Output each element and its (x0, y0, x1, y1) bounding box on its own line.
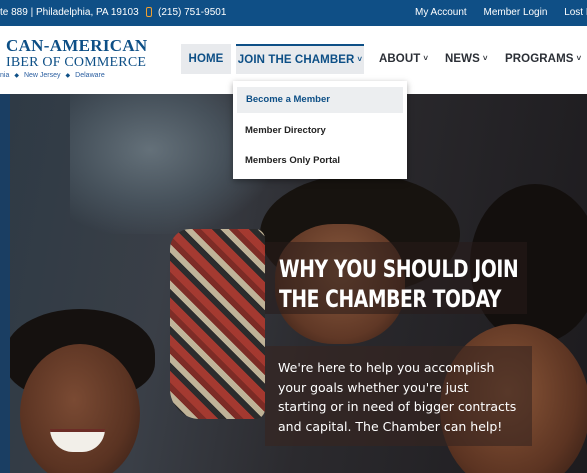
nav-home-label: HOME (188, 53, 224, 65)
member-login-link[interactable]: Member Login (483, 7, 547, 18)
nav-home[interactable]: HOME (181, 44, 231, 74)
nav-join-the-chamber[interactable]: JOIN THE CHAMBER ˅ (236, 44, 364, 74)
hero-body-line: starting or in need of bigger contracts (278, 399, 517, 414)
diamond-icon: ◆ (14, 73, 19, 79)
hero-heading-line2: THE CHAMBER TODAY (279, 285, 502, 313)
hero-heading-line1: WHY YOU SHOULD JOIN (279, 255, 519, 283)
chevron-down-icon: ˅ (576, 54, 582, 63)
phone-link[interactable]: (215) 751-9501 (146, 7, 226, 18)
hero-description: We're here to help you accomplish your g… (278, 358, 540, 436)
hero-body-line: your goals whether you're just (278, 379, 469, 395)
chevron-down-icon: ˅ (482, 54, 488, 63)
join-chamber-dropdown: Become a Member Member Directory Members… (233, 81, 407, 179)
nav-news-label: NEWS (445, 53, 480, 65)
phone-icon (146, 7, 152, 17)
state-pennsylvania: nia (0, 72, 10, 79)
nav-programs-label: PROGRAMS (505, 53, 574, 65)
lost-password-link[interactable]: Lost Pass (564, 7, 587, 18)
hero-left-edge (0, 94, 10, 473)
chevron-down-icon: ˅ (357, 55, 363, 64)
address-text: te 889 | Philadelphia, PA 19103 (0, 7, 139, 18)
hero-heading: WHY YOU SHOULD JOIN THE CHAMBER TODAY (279, 254, 519, 314)
logo-title[interactable]: CAN-AMERICAN (6, 36, 147, 56)
phone-number: (215) 751-9501 (158, 7, 227, 18)
hero-person-left (20, 344, 140, 473)
dropdown-members-only-portal[interactable]: Members Only Portal (233, 148, 407, 174)
diamond-icon: ◆ (65, 73, 71, 79)
logo-subtitle[interactable]: IBER OF COMMERCE (6, 55, 146, 71)
dropdown-become-a-member[interactable]: Become a Member (237, 87, 403, 113)
state-new-jersey: New Jersey (23, 72, 61, 79)
nav-about-label: ABOUT (379, 53, 421, 65)
hero-body-line: We're here to help you accomplish (278, 360, 495, 375)
nav-about[interactable]: ABOUT ˅ (379, 44, 428, 74)
my-account-link[interactable]: My Account (415, 7, 467, 18)
account-links: My Account Member Login Lost Pass (415, 7, 587, 18)
logo-states: nia ◆ New Jersey ◆ Delaware (0, 72, 105, 79)
nav-join-label: JOIN THE CHAMBER (237, 54, 355, 66)
hero-body-line: and capital. The Chamber can help! (278, 418, 503, 434)
chevron-down-icon: ˅ (423, 54, 429, 63)
hero-patterned-fabric (170, 229, 265, 419)
nav-news[interactable]: NEWS ˅ (445, 44, 488, 74)
state-delaware: Delaware (75, 72, 105, 79)
top-utility-bar: te 889 | Philadelphia, PA 19103 (215) 75… (0, 0, 587, 26)
nav-programs[interactable]: PROGRAMS ˅ (505, 44, 581, 74)
dropdown-member-directory[interactable]: Member Directory (233, 118, 407, 144)
